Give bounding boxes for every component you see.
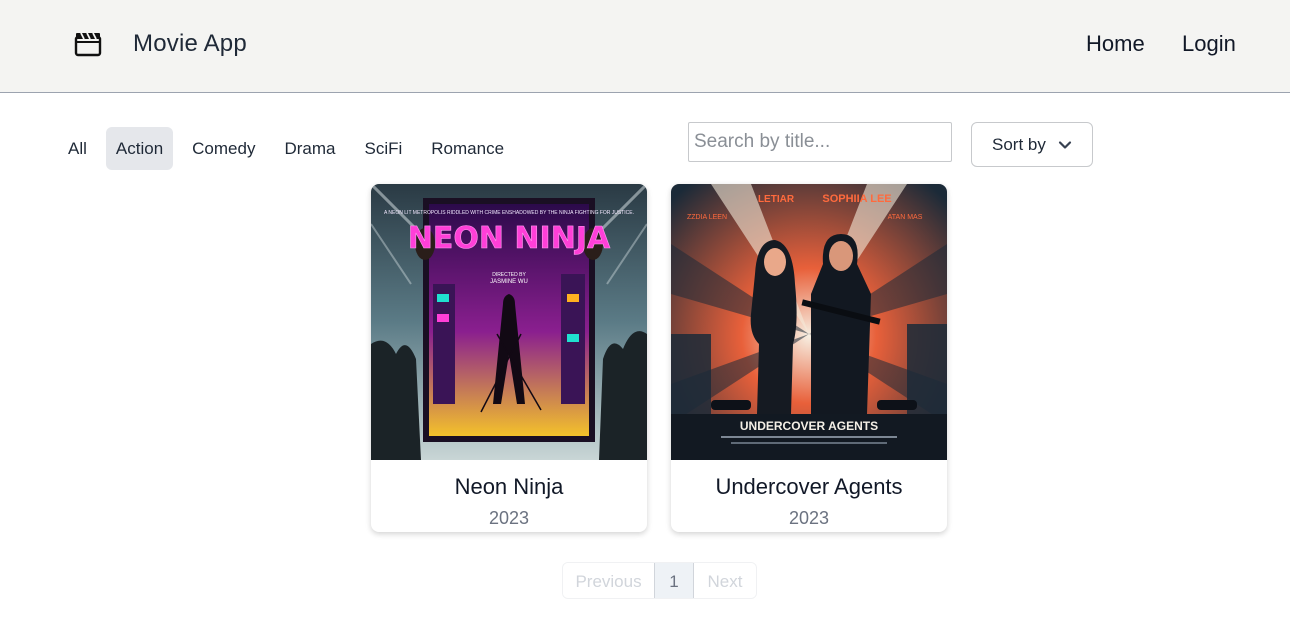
movie-title: Neon Ninja [454, 474, 564, 499]
genre-drama-button[interactable]: Drama [274, 127, 345, 170]
poster-headline: UNDERCOVER AGENTS [740, 419, 878, 433]
next-page-button[interactable]: Next [694, 563, 756, 598]
search-input[interactable] [688, 122, 952, 162]
poster-credit-name: JASMINE WU [490, 279, 528, 285]
previous-page-button[interactable]: Previous [563, 563, 654, 598]
movie-title: Undercover Agents [715, 474, 903, 499]
current-page-button[interactable]: 1 [654, 563, 694, 598]
chevron-down-icon [1058, 141, 1072, 149]
genre-filter-bar: All Action Comedy Drama SciFi Romance [58, 127, 523, 170]
genre-action-button[interactable]: Action [105, 127, 174, 170]
nav-login-link[interactable]: Login [1182, 31, 1236, 57]
poster-star-right: SOPHIIA LEE [822, 193, 891, 205]
movie-card[interactable]: A NEON LIT METROPOLIS RIDDLED WITH CRIME… [371, 184, 647, 532]
app-title: Movie App [133, 30, 247, 57]
movie-poster: A NEON LIT METROPOLIS RIDDLED WITH CRIME… [371, 184, 647, 460]
genre-scifi-button[interactable]: SciFi [354, 127, 412, 170]
movie-poster: LETIAR SOPHIIA LEE ZZDIA LEEN ATAN MAS U… [671, 184, 947, 460]
poster-sub-right: ATAN MAS [888, 214, 923, 221]
sort-label: Sort by [992, 134, 1046, 154]
top-nav-bar: Movie App Home Login [0, 0, 1290, 93]
poster-credit-role: DIRECTED BY [492, 272, 526, 278]
genre-romance-button[interactable]: Romance [421, 127, 514, 170]
genre-comedy-button[interactable]: Comedy [182, 127, 265, 170]
clapperboard-icon [74, 32, 102, 57]
poster-sub-left: ZZDIA LEEN [687, 214, 727, 221]
nav-home-link[interactable]: Home [1086, 31, 1145, 57]
movie-card[interactable]: LETIAR SOPHIIA LEE ZZDIA LEEN ATAN MAS U… [671, 184, 947, 532]
genre-all-button[interactable]: All [58, 127, 97, 170]
movie-year: 2023 [788, 508, 830, 528]
poster-tagline: A NEON LIT METROPOLIS RIDDLED WITH CRIME… [384, 210, 634, 216]
pagination: Previous 1 Next [562, 562, 757, 599]
sort-dropdown[interactable]: Sort by [971, 122, 1093, 167]
poster-headline: NEON NINJA [408, 221, 611, 256]
poster-star-left: LETIAR [758, 194, 795, 205]
movie-year: 2023 [488, 508, 530, 528]
